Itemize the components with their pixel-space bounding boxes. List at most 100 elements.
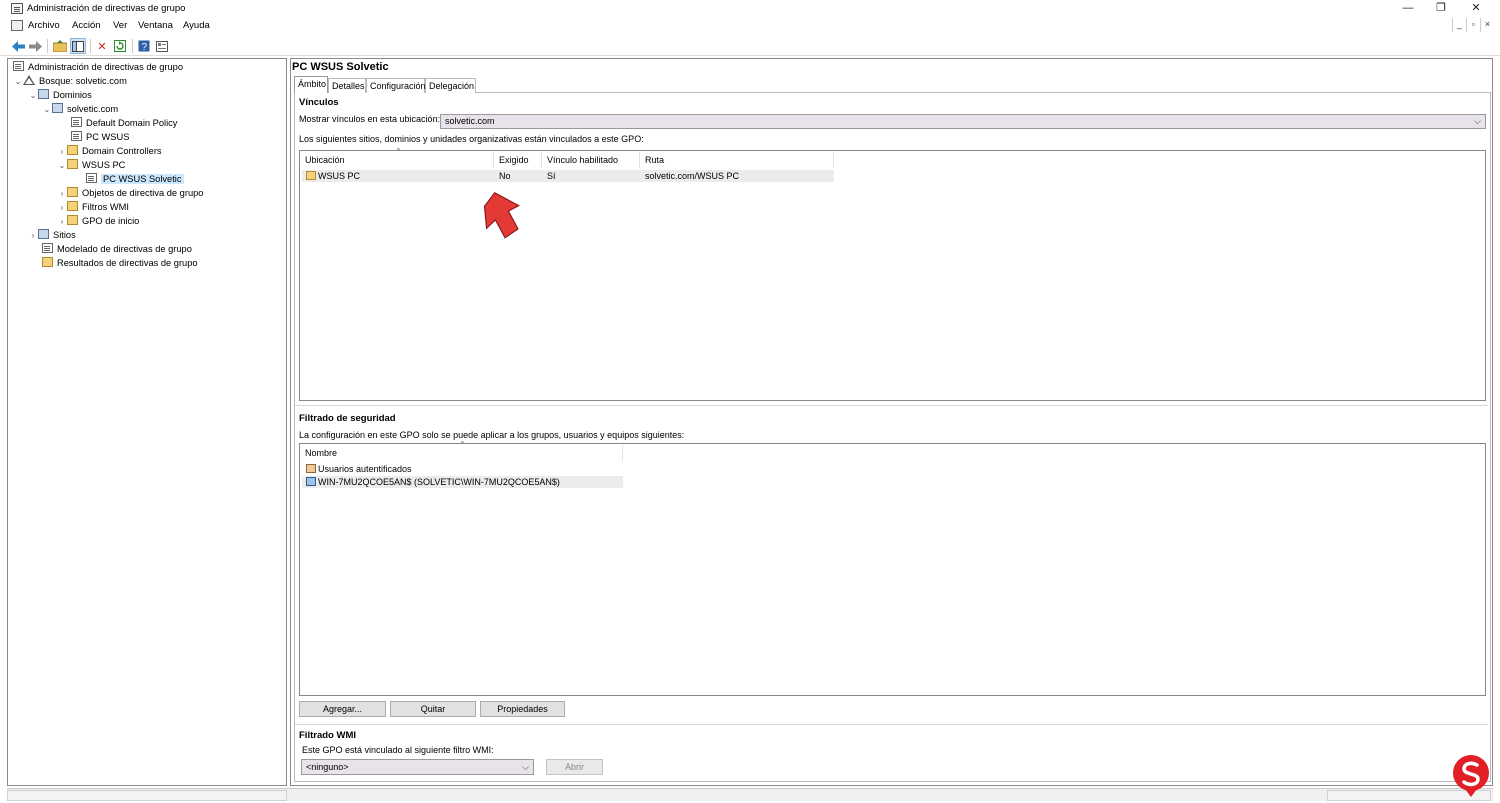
links-description: Los siguientes sitios, dominios y unidad… (299, 134, 644, 144)
expand-chevron-icon[interactable]: ⌄ (42, 103, 52, 117)
column-header-enforced[interactable]: Exigido (494, 152, 542, 168)
column-header-path[interactable]: Ruta (640, 152, 834, 168)
add-button[interactable]: Agregar... (299, 701, 386, 717)
tree-node-domains[interactable]: ⌄ Dominios (28, 88, 92, 102)
tree-node-results[interactable]: Resultados de directivas de grupo (42, 256, 198, 270)
tree-node-gpo-objects[interactable]: › Objetos de directiva de grupo (57, 186, 203, 200)
restore-button[interactable]: ❐ (1423, 0, 1459, 17)
document-menu-icon[interactable] (11, 20, 23, 31)
security-description: La configuración en este GPO solo se pue… (299, 430, 685, 440)
collapse-chevron-icon[interactable]: › (57, 201, 67, 215)
remove-button[interactable]: Quitar (390, 701, 476, 717)
menu-ventana[interactable]: Ventana (138, 20, 173, 31)
chevron-down-icon: ⌵ (1474, 116, 1481, 126)
sort-ascending-icon: ⌃ (395, 147, 402, 156)
link-path-cell: solvetic.com/WSUS PC (645, 171, 740, 181)
title-bar: Administración de directivas de grupo — … (0, 0, 1500, 17)
computer-icon (306, 477, 316, 486)
ou-icon (306, 171, 316, 180)
tree-node-starter-gpos[interactable]: › GPO de inicio (57, 214, 139, 228)
gpo-link-icon (71, 131, 82, 141)
gpo-link-icon (86, 173, 97, 183)
links-section-title: Vínculos (299, 97, 339, 108)
console-tree[interactable] (7, 58, 287, 786)
close-button[interactable]: ✕ (1458, 0, 1494, 17)
back-icon[interactable] (10, 38, 26, 54)
open-wmi-button[interactable]: Abrir (546, 759, 603, 775)
expand-chevron-icon[interactable]: ⌄ (28, 89, 38, 103)
menu-ayuda[interactable]: Ayuda (183, 20, 210, 31)
menu-accion[interactable]: Acción (72, 20, 101, 31)
link-enforced-cell: No (499, 171, 511, 181)
tree-node-forest[interactable]: ⌄ Bosque: solvetic.com (13, 74, 127, 88)
list-item[interactable]: Usuarios autentificados (302, 463, 412, 475)
gpmc-icon (13, 61, 24, 71)
tab-configuracion[interactable]: Configuración (366, 78, 426, 93)
modeling-icon (42, 243, 53, 253)
up-folder-icon[interactable] (52, 38, 68, 54)
expand-chevron-icon[interactable]: ⌄ (57, 159, 67, 173)
chevron-down-icon: ⌵ (522, 762, 529, 772)
forest-icon (23, 75, 35, 85)
ou-icon (67, 159, 78, 169)
column-header-link-enabled[interactable]: Vínculo habilitado (542, 152, 640, 168)
list-item-computer: WIN-7MU2QCOE5AN$ (SOLVETIC\WIN-7MU2QCOE5… (302, 476, 560, 488)
ou-icon (67, 145, 78, 155)
gpo-title: PC WSUS Solvetic (292, 61, 389, 73)
expand-chevron-icon[interactable]: ⌄ (13, 75, 23, 89)
folder-icon (67, 201, 78, 211)
wmi-filter-combobox[interactable]: <ninguno> ⌵ (301, 759, 534, 775)
tree-node-pc-wsus[interactable]: PC WSUS (71, 130, 129, 144)
child-restore-button[interactable]: ▫ (1466, 18, 1480, 32)
security-section-title: Filtrado de seguridad (299, 413, 396, 424)
users-group-icon (306, 464, 316, 473)
tree-node-modeling[interactable]: Modelado de directivas de grupo (42, 242, 192, 256)
window-title: Administración de directivas de grupo (27, 3, 186, 14)
show-hide-tree-icon[interactable] (70, 38, 86, 54)
solvetic-logo-icon (1453, 755, 1489, 797)
tree-node-domain-controllers[interactable]: › Domain Controllers (57, 144, 162, 158)
tree-node-wmi-filters[interactable]: › Filtros WMI (57, 200, 129, 214)
minimize-button[interactable]: — (1390, 0, 1426, 17)
toolbar: ✕ ? (0, 36, 1500, 56)
menu-ver[interactable]: Ver (113, 20, 127, 31)
tab-detalles[interactable]: Detalles (328, 78, 366, 93)
status-bar (7, 788, 1493, 801)
properties-icon[interactable] (154, 38, 170, 54)
collapse-chevron-icon[interactable]: › (57, 215, 67, 229)
gpmc-app-icon (11, 3, 23, 14)
collapse-chevron-icon[interactable]: › (57, 187, 67, 201)
tree-node-sites[interactable]: › Sitios (28, 228, 76, 242)
tree-node-pc-wsus-solvetic[interactable]: PC WSUS Solvetic (86, 172, 184, 186)
status-cell (7, 790, 287, 801)
delete-icon[interactable]: ✕ (94, 38, 110, 54)
properties-button[interactable]: Propiedades (480, 701, 565, 717)
forward-icon[interactable] (27, 38, 43, 54)
collapse-chevron-icon[interactable]: › (28, 229, 38, 243)
gpo-link-icon (71, 117, 82, 127)
domain-icon (52, 103, 63, 113)
wmi-description: Este GPO está vinculado al siguiente fil… (302, 745, 494, 755)
help-icon[interactable]: ? (136, 38, 152, 54)
tree-node-domain[interactable]: ⌄ solvetic.com (42, 102, 118, 116)
child-close-button[interactable]: × (1480, 18, 1494, 32)
menu-archivo[interactable]: Archivo (28, 20, 60, 31)
splitter[interactable] (295, 724, 1488, 725)
tab-ambito[interactable]: Ámbito (294, 76, 328, 93)
folder-icon (67, 187, 78, 197)
sites-icon (38, 229, 49, 239)
menu-bar: Archivo Acción Ver Ventana Ayuda (0, 18, 1500, 34)
collapse-chevron-icon[interactable]: › (57, 145, 67, 159)
tree-node-root[interactable]: Administración de directivas de grupo (13, 60, 183, 74)
child-minimize-button[interactable]: _ (1452, 18, 1466, 32)
splitter[interactable] (295, 405, 1488, 406)
location-combobox[interactable]: solvetic.com ⌵ (440, 114, 1486, 129)
tab-delegacion[interactable]: Delegación (425, 78, 476, 93)
svg-text:?: ? (142, 42, 148, 52)
table-row[interactable] (302, 170, 834, 182)
show-links-label: Mostrar vínculos en esta ubicación: (299, 114, 441, 124)
tree-node-wsus-pc[interactable]: ⌄ WSUS PC (57, 158, 125, 172)
tree-node-default-domain-policy[interactable]: Default Domain Policy (71, 116, 177, 130)
link-enabled-cell: Sí (547, 171, 556, 181)
refresh-icon[interactable] (112, 38, 128, 54)
